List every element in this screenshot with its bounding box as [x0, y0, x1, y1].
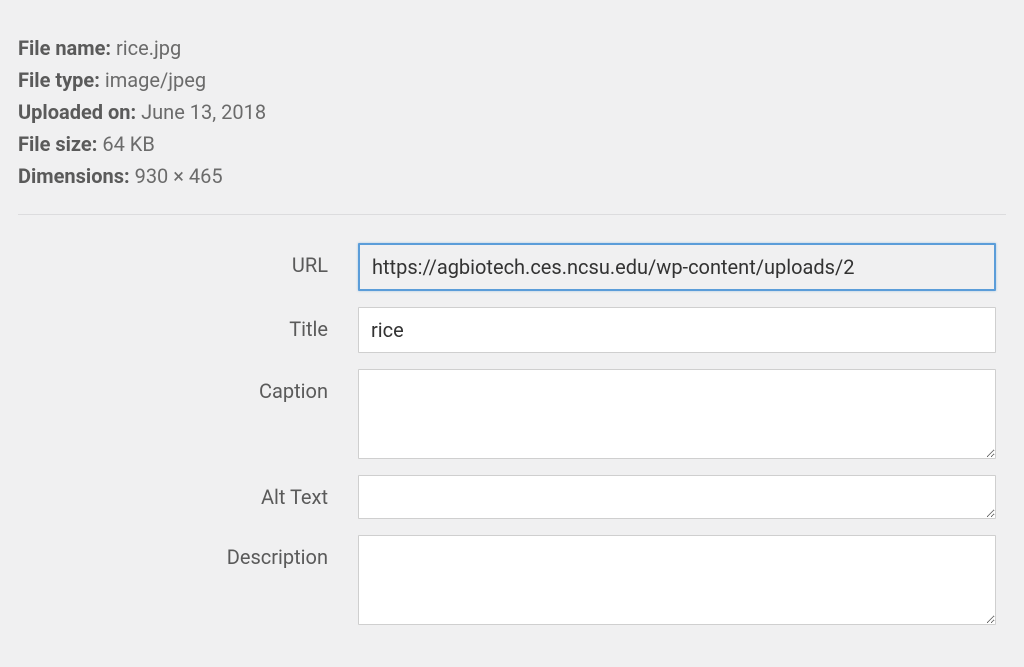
- caption-textarea[interactable]: [358, 369, 996, 459]
- file-size-value: 64 KB: [102, 132, 154, 156]
- file-size-row: File size: 64 KB: [18, 128, 1006, 160]
- file-type-label: File type:: [18, 68, 100, 92]
- description-label: Description: [18, 535, 358, 569]
- uploaded-on-value: June 13, 2018: [141, 100, 266, 124]
- url-label: URL: [18, 243, 358, 277]
- uploaded-on-row: Uploaded on: June 13, 2018: [18, 96, 1006, 128]
- caption-row: Caption: [18, 369, 996, 459]
- file-type-row: File type: image/jpeg: [18, 64, 1006, 96]
- file-name-value: rice.jpg: [116, 36, 181, 60]
- attachment-form: URL Title Caption Alt Text Description: [18, 243, 1006, 625]
- title-row: Title: [18, 307, 996, 353]
- alt-text-label: Alt Text: [18, 475, 358, 509]
- file-name-row: File name: rice.jpg: [18, 32, 1006, 64]
- file-name-label: File name:: [18, 36, 111, 60]
- caption-label: Caption: [18, 369, 358, 403]
- alt-text-textarea[interactable]: [358, 475, 996, 519]
- url-input[interactable]: [358, 243, 996, 291]
- description-textarea[interactable]: [358, 535, 996, 625]
- alt-text-row: Alt Text: [18, 475, 996, 519]
- file-type-value: image/jpeg: [105, 68, 206, 92]
- dimensions-label: Dimensions:: [18, 164, 130, 188]
- title-label: Title: [18, 307, 358, 341]
- dimensions-row: Dimensions: 930 × 465: [18, 160, 1006, 192]
- file-metadata-section: File name: rice.jpg File type: image/jpe…: [18, 18, 1006, 215]
- title-input[interactable]: [358, 307, 996, 353]
- uploaded-on-label: Uploaded on:: [18, 100, 136, 124]
- description-row: Description: [18, 535, 996, 625]
- file-size-label: File size:: [18, 132, 97, 156]
- url-row: URL: [18, 243, 996, 291]
- dimensions-value: 930 × 465: [135, 164, 223, 188]
